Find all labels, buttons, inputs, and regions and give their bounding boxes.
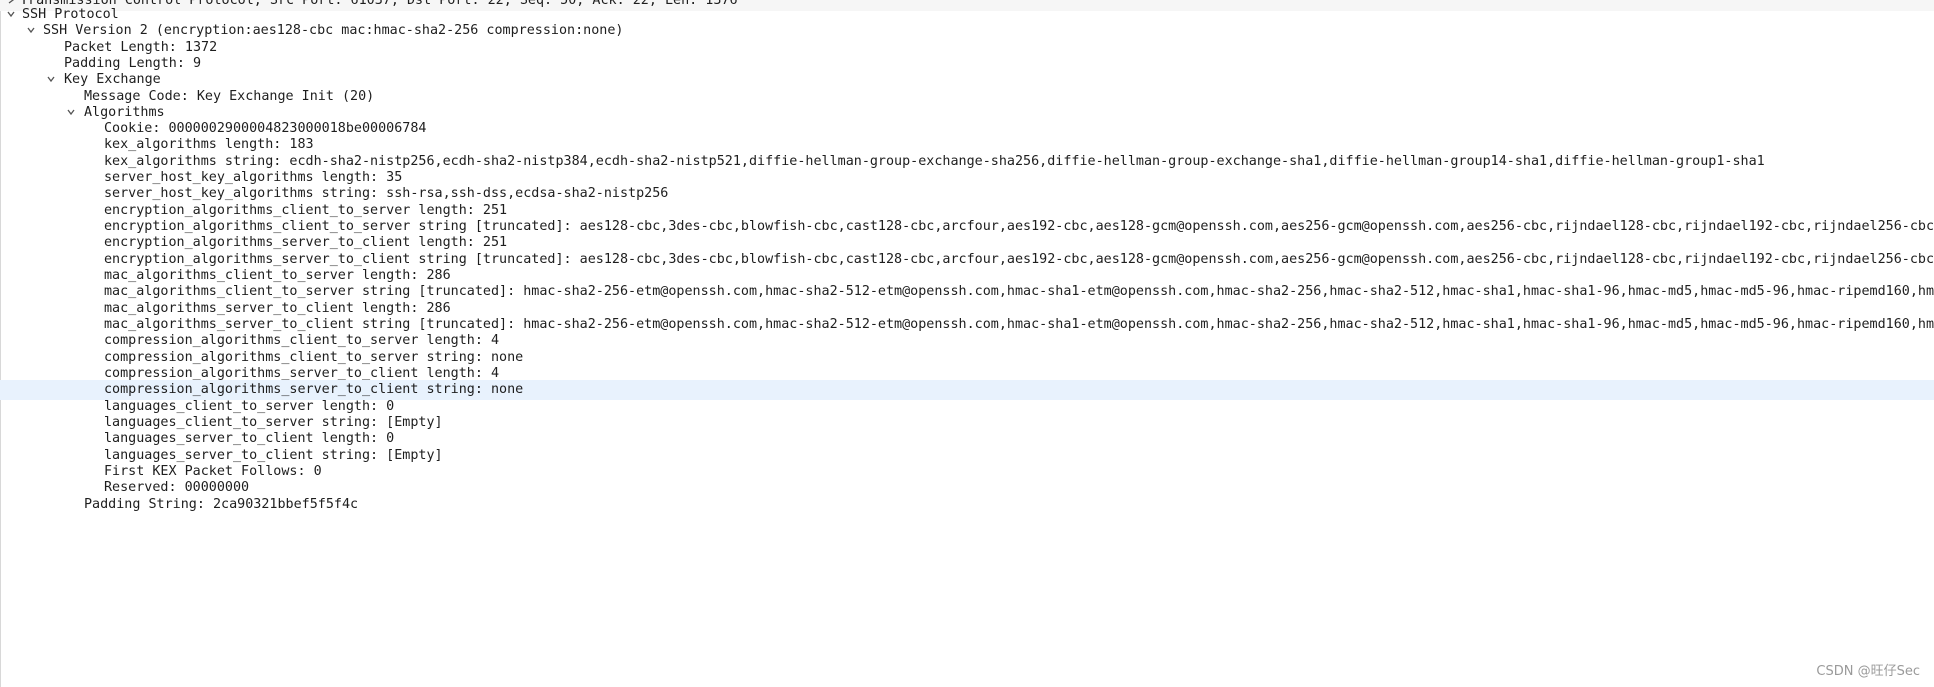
tree-row-padding-string[interactable]: Padding String: 2ca90321bbef5f5f4c xyxy=(0,495,1934,515)
packet-details-tree: Transmission Control Protocol, Src Port:… xyxy=(0,0,1934,687)
watermark: CSDN @旺仔Sec xyxy=(1816,664,1920,679)
row-label: Padding String: 2ca90321bbef5f5f4c xyxy=(84,497,359,512)
